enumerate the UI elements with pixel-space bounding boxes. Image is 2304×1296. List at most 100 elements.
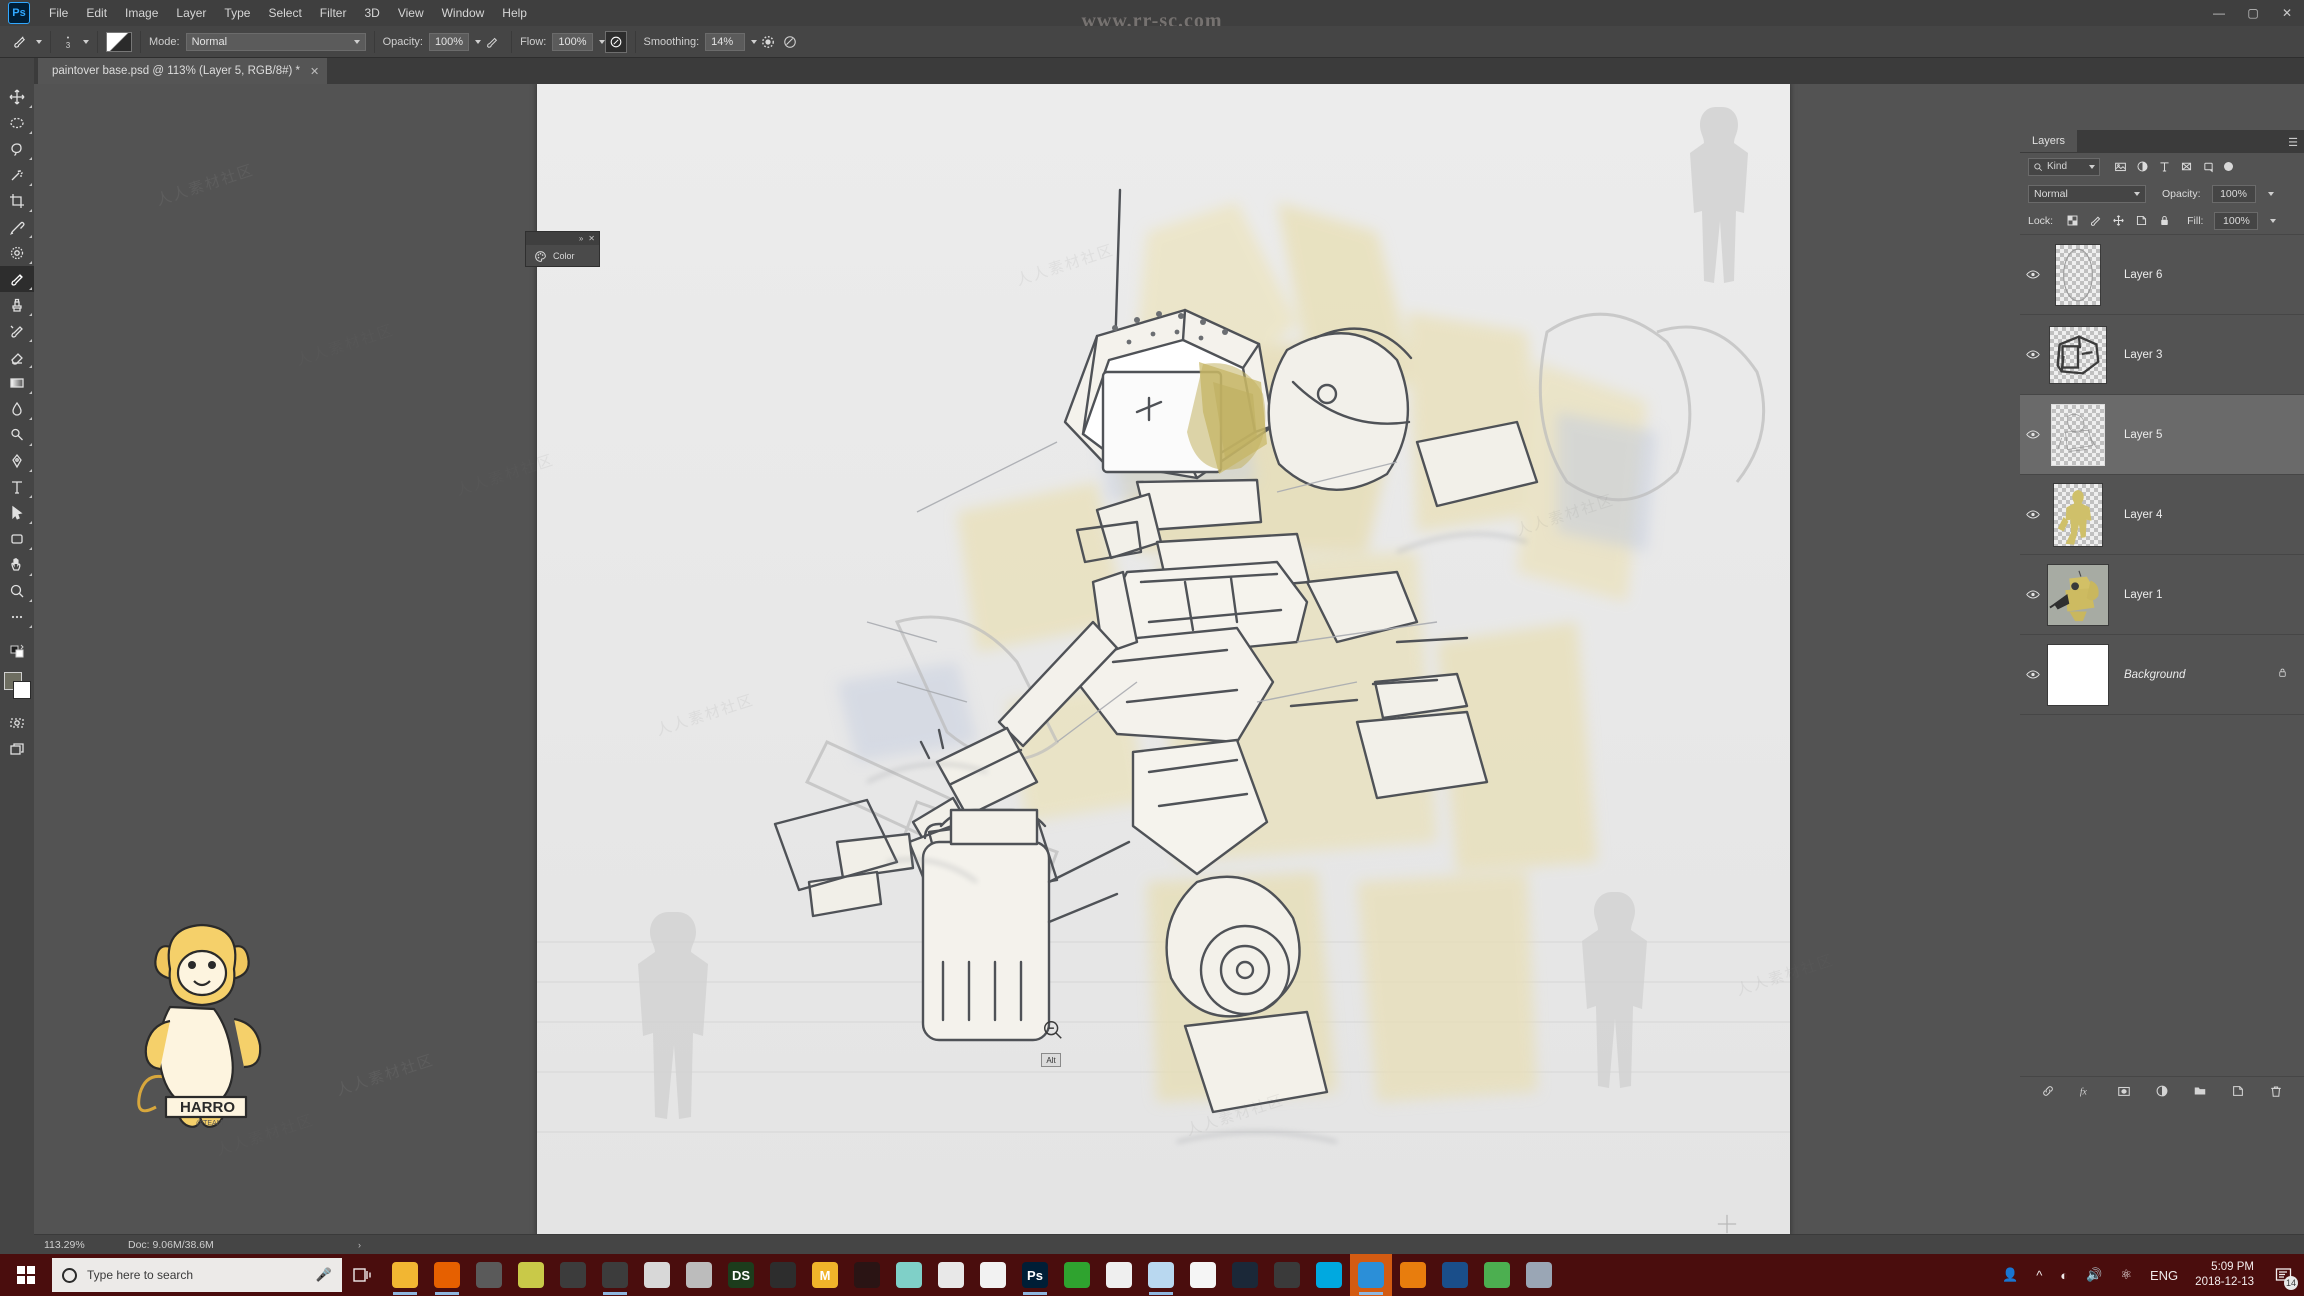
taskbar-app-green-globe-app[interactable] [1476, 1254, 1518, 1296]
brush-preset-caret-icon[interactable] [36, 39, 42, 44]
tab-layers[interactable]: Layers [2020, 130, 2078, 152]
shape-layer-icon[interactable] [2180, 160, 2193, 173]
clone-stamp-tool[interactable] [0, 292, 34, 318]
menu-layer[interactable]: Layer [167, 2, 215, 24]
edit-toolbar-button[interactable] [0, 604, 34, 630]
magic-wand-tool[interactable] [0, 162, 34, 188]
taskbar-app-chat-app[interactable] [1350, 1254, 1392, 1296]
taskbar-app-krita[interactable] [510, 1254, 552, 1296]
rectangle-tool[interactable] [0, 526, 34, 552]
zoom-tool[interactable] [0, 578, 34, 604]
layer-visibility-toggle[interactable] [2020, 669, 2046, 680]
zoom-level[interactable]: 113.29% [44, 1239, 128, 1251]
type-tool[interactable] [0, 474, 34, 500]
taskbar-app-white-arrow-app[interactable] [1182, 1254, 1224, 1296]
rectangular-marquee-tool[interactable] [0, 110, 34, 136]
layer-row-layer3[interactable]: Layer 3 [2020, 315, 2304, 395]
crop-tool[interactable] [0, 188, 34, 214]
layer-visibility-toggle[interactable] [2020, 509, 2046, 520]
layer-visibility-toggle[interactable] [2020, 589, 2046, 600]
layer-name[interactable]: Layer 6 [2110, 269, 2304, 281]
adjustment-layer-icon[interactable] [2136, 160, 2149, 173]
layer-visibility-toggle[interactable] [2020, 349, 2046, 360]
speaker-icon[interactable]: 🔊 [2077, 1254, 2111, 1296]
eyedropper-tool[interactable] [0, 214, 34, 240]
adjustment-layer-button[interactable] [2155, 1084, 2169, 1098]
smart-object-icon[interactable] [2202, 160, 2215, 173]
wifi-icon[interactable]: ◐ [2051, 1254, 2077, 1296]
document-tab[interactable]: paintover base.psd @ 113% (Layer 5, RGB/… [38, 58, 328, 84]
canvas-area[interactable]: 人人素材社区 人人素材社区 人人素材社区 人人素材社区 [34, 84, 2270, 1252]
layer-row-layer6[interactable]: Layer 6 [2020, 235, 2304, 315]
layer-row-layer1[interactable]: Layer 1 [2020, 555, 2304, 635]
layer-list[interactable]: Layer 6 Layer 3 Layer 5 Layer 4 Layer 1 … [2020, 234, 2304, 1076]
maximize-button[interactable]: ▢ [2236, 0, 2270, 26]
taskbar-app-file-explorer[interactable] [384, 1254, 426, 1296]
layer-row-layer5[interactable]: Layer 5 [2020, 395, 2304, 475]
layer-name[interactable]: Background [2110, 669, 2277, 681]
gradient-tool[interactable] [0, 370, 34, 396]
chevron-up-icon[interactable]: ^ [2027, 1254, 2051, 1296]
taskbar-app-designspark[interactable]: DS [720, 1254, 762, 1296]
taskbar-app-sports-app[interactable] [636, 1254, 678, 1296]
taskbar-app-steam[interactable] [1224, 1254, 1266, 1296]
taskbar-app-quicklook[interactable] [468, 1254, 510, 1296]
pixel-layer-icon[interactable] [2114, 160, 2127, 173]
lock-position-icon[interactable] [2112, 214, 2125, 227]
status-expand-icon[interactable]: › [358, 1240, 361, 1250]
collapse-icon[interactable]: » [579, 234, 583, 243]
menu-3d[interactable]: 3D [355, 2, 388, 24]
eraser-tool[interactable] [0, 344, 34, 370]
document-size-info[interactable]: Doc: 9.06M/38.6M [128, 1239, 358, 1251]
flow-input[interactable]: 100% [552, 32, 593, 51]
taskbar-app-opera-app[interactable] [1434, 1254, 1476, 1296]
brush-tool-icon[interactable] [8, 31, 30, 53]
blend-mode-select[interactable]: Normal [185, 32, 366, 51]
color-panel-floating[interactable]: » ✕ Color [525, 231, 600, 267]
taskbar-app-blender[interactable] [1392, 1254, 1434, 1296]
pressure-opacity-icon[interactable] [481, 31, 503, 53]
gear-icon[interactable] [757, 31, 779, 53]
new-group-button[interactable] [2193, 1084, 2207, 1098]
menu-help[interactable]: Help [493, 2, 536, 24]
search-input[interactable]: Type here to search 🎤 [52, 1258, 342, 1292]
taskbar-app-media-app[interactable]: M [804, 1254, 846, 1296]
airbrush-icon[interactable] [604, 30, 627, 53]
layer-name[interactable]: Layer 3 [2110, 349, 2304, 361]
fill-caret-icon[interactable] [2270, 218, 2277, 223]
layer-opacity-input[interactable]: 100% [2211, 184, 2256, 203]
menu-select[interactable]: Select [259, 2, 310, 24]
brush-size-value[interactable]: • 3 [59, 35, 77, 50]
taskbar-app-lock-app[interactable] [1518, 1254, 1560, 1296]
history-brush-tool[interactable] [0, 318, 34, 344]
taskbar-app-clip-studio-a[interactable] [552, 1254, 594, 1296]
taskbar-app-firefox[interactable] [426, 1254, 468, 1296]
lock-all-icon[interactable] [2158, 214, 2171, 227]
windows-start-icon[interactable] [0, 1254, 52, 1296]
brush-size-caret-icon[interactable] [83, 39, 89, 44]
language-indicator[interactable]: ENG [2141, 1254, 2187, 1296]
add-layer-mask-button[interactable] [2117, 1084, 2131, 1098]
screen-mode-icon[interactable] [0, 736, 34, 762]
task-view-icon[interactable] [342, 1254, 384, 1296]
filter-toggle[interactable] [2224, 162, 2233, 171]
layer-visibility-toggle[interactable] [2020, 269, 2046, 280]
lock-transparent-pixels-icon[interactable] [2066, 214, 2079, 227]
taskbar-app-teal-app[interactable] [888, 1254, 930, 1296]
blur-tool[interactable] [0, 396, 34, 422]
color-panel-body[interactable]: Color [526, 245, 599, 267]
layer-row-background[interactable]: Background [2020, 635, 2304, 715]
document-canvas[interactable] [537, 84, 1790, 1237]
quick-mask-icon[interactable] [0, 710, 34, 736]
lock-artboard-nesting-icon[interactable] [2135, 214, 2148, 227]
layer-kind-filter[interactable]: Kind [2028, 157, 2100, 176]
taskbar-app-pointer-app[interactable] [1098, 1254, 1140, 1296]
taskbar-app-green-eye-app[interactable] [762, 1254, 804, 1296]
close-icon[interactable]: ✕ [588, 234, 595, 243]
type-layer-icon[interactable] [2158, 160, 2171, 173]
taskbar-app-circle-slash-app[interactable] [930, 1254, 972, 1296]
lasso-tool[interactable] [0, 136, 34, 162]
link-layers-button[interactable] [2041, 1084, 2055, 1098]
taskbar-app-spiral-app[interactable] [678, 1254, 720, 1296]
people-icon[interactable]: 👤 [1993, 1254, 2027, 1296]
